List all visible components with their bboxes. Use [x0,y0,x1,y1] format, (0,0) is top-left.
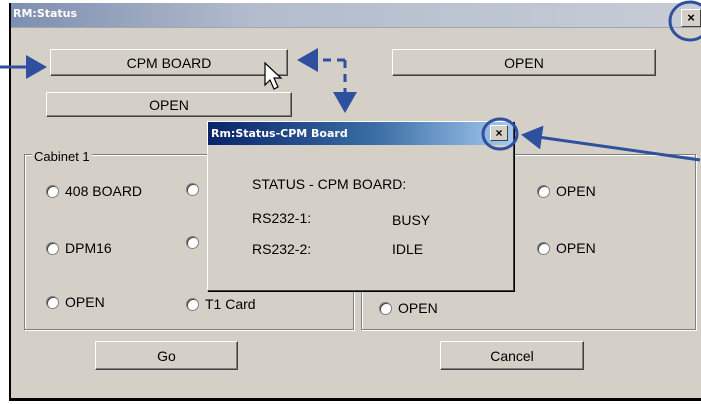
highlight-circle-popup-close [481,117,519,151]
annotation-overlay [0,0,701,162]
highlight-circle-main-close [668,0,701,42]
mouse-pointer-icon [264,61,283,90]
callout-arrow-right [521,125,701,162]
